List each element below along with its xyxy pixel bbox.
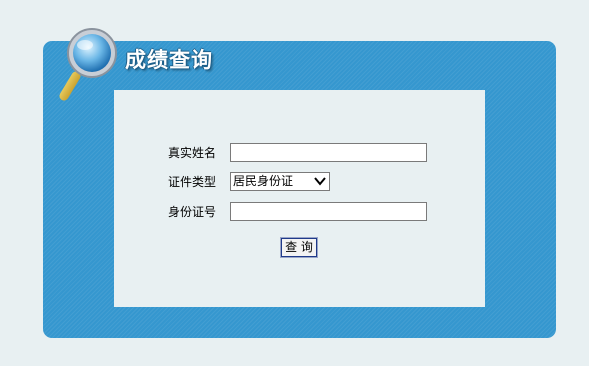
id-number-label: 身份证号 xyxy=(168,205,217,219)
id-type-selected: 居民身份证 xyxy=(233,174,294,188)
query-button[interactable]: 查 询 xyxy=(280,237,318,258)
magnifier-icon xyxy=(59,28,117,101)
form-area xyxy=(114,90,485,307)
id-type-select[interactable]: 居民身份证 xyxy=(230,172,330,191)
id-type-label: 证件类型 xyxy=(168,175,217,189)
id-number-input[interactable] xyxy=(230,202,427,221)
name-input[interactable] xyxy=(230,143,427,162)
page-title: 成绩查询 xyxy=(125,48,213,72)
chevron-down-icon xyxy=(314,177,326,186)
name-label: 真实姓名 xyxy=(168,146,217,160)
